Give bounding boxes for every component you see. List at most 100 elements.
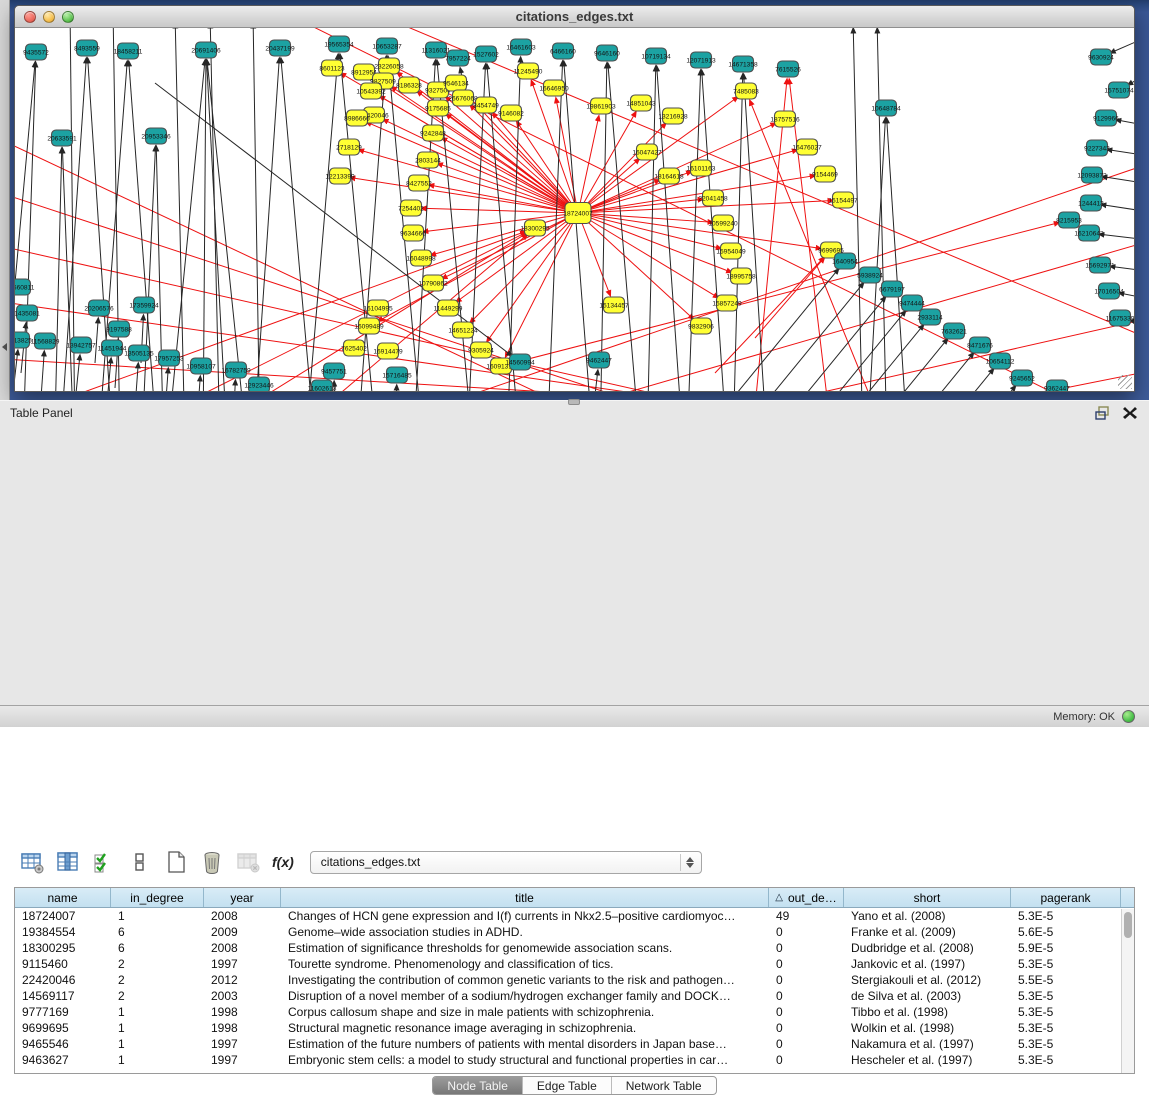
graph-node[interactable]: 20437199 [265,40,295,56]
graph-node[interactable]: 7485083 [733,83,759,99]
graph-node[interactable]: 20206576 [84,300,114,316]
graph-node[interactable]: 15692971 [1085,257,1115,273]
graph-node[interactable]: 8186328 [396,77,422,93]
graph-node[interactable]: 5938924 [857,267,883,283]
graph-node[interactable]: 16101163 [687,160,716,176]
graph-node[interactable]: 18164618 [654,168,684,184]
delete-table-icon[interactable] [236,850,260,874]
graph-node[interactable]: 8986666 [344,110,370,126]
column-header-name[interactable]: name [15,888,111,907]
graph-node[interactable]: 9634666 [400,225,426,241]
graph-node[interactable]: 9832906 [688,318,714,334]
graph-node[interactable]: 15751074 [1104,82,1134,98]
graph-node[interactable]: 13942757 [66,337,96,353]
table-row[interactable]: 969969511998Structural magnetic resonanc… [15,1020,1134,1036]
scrollbar-thumb[interactable] [1124,912,1132,938]
graph-node[interactable]: 10543392 [356,83,386,99]
graph-node[interactable]: 9197588 [106,321,132,337]
column-header-year[interactable]: year [204,888,281,907]
close-panel-icon[interactable] [1121,405,1139,421]
table-row[interactable]: 946362711997Embryonic stem cells: a mode… [15,1052,1134,1068]
graph-node[interactable]: 15716485 [382,367,412,383]
graph-node[interactable]: 20691406 [191,42,221,58]
table-source-select[interactable]: citations_edges.txt [310,851,702,874]
graph-node[interactable]: 9227343 [1084,140,1110,156]
graph-node[interactable]: 11602613 [308,380,337,391]
graph-node[interactable]: 23226058 [374,58,404,74]
table-row[interactable]: 2242004622012Investigating the contribut… [15,972,1134,988]
graph-node[interactable]: 1244413 [1078,195,1104,211]
table-mode-icon[interactable] [20,850,44,874]
select-columns-check-icon[interactable] [92,850,116,874]
graph-node[interactable]: 16782759 [221,362,251,378]
graph-node[interactable]: 9305924 [468,342,494,358]
table-row[interactable]: 1830029562008Estimation of significance … [15,940,1134,956]
graph-node[interactable]: 7615526 [775,61,801,77]
graph-node[interactable]: 16047427 [632,144,662,160]
graph-node[interactable]: 9175685 [425,100,451,116]
graph-node[interactable]: 9362447 [1044,380,1070,391]
graph-node[interactable]: 2933114 [917,309,943,325]
graph-node[interactable]: 6679197 [879,281,905,297]
column-header-pagerank[interactable]: pagerank [1011,888,1121,907]
graph-node[interactable]: 13505135 [124,345,154,361]
graph-node[interactable]: 18458211 [114,43,143,59]
toggle-rows-icon[interactable] [128,850,152,874]
graph-node[interactable]: 10654112 [986,353,1015,369]
show-column-icon[interactable] [56,850,80,874]
graph-node[interactable]: 15134457 [599,297,629,313]
zoom-window-button[interactable] [62,11,74,23]
tab-node-table[interactable]: Node Table [433,1077,523,1094]
graph-node[interactable]: 11245490 [514,63,543,79]
graph-node[interactable]: 16646950 [539,80,569,96]
collapse-panel-handle[interactable] [2,343,7,351]
minimize-window-button[interactable] [43,11,55,23]
table-row[interactable]: 1872400712008Changes of HCN gene express… [15,908,1134,924]
graph-node[interactable]: 6466160 [550,43,576,59]
graph-node[interactable]: 18300295 [520,220,550,236]
graph-node[interactable]: 16476027 [792,139,822,155]
graph-node[interactable]: 16461603 [506,39,536,55]
graph-node[interactable]: 19565354 [324,36,354,52]
graph-node[interactable]: 7625402 [341,340,367,356]
column-header-out_de[interactable]: △out_de… [769,888,844,907]
graph-node[interactable]: 17016504 [1094,283,1124,299]
network-canvas[interactable]: 1872400718300295860112389129542322605898… [15,28,1134,391]
graph-node[interactable]: 7254402 [398,200,424,216]
graph-node[interactable]: 14851043 [626,95,656,111]
graph-node[interactable]: 18757516 [770,111,800,127]
graph-node[interactable]: 13216928 [658,108,688,124]
delete-column-trash-icon[interactable] [200,850,224,874]
graph-node[interactable]: 8471676 [967,337,993,353]
new-column-icon[interactable] [164,850,188,874]
graph-node[interactable]: 8427552 [406,175,432,191]
graph-node[interactable]: 17957253 [154,350,184,366]
graph-node[interactable]: 9245652 [1009,370,1035,386]
graph-node[interactable]: 11568829 [31,333,60,349]
graph-node[interactable]: 9435572 [23,44,49,60]
graph-node[interactable]: 17359924 [129,297,159,313]
graph-node[interactable]: 8454749 [473,97,499,113]
table-row[interactable]: 1456911722003Disruption of a novel membe… [15,988,1134,1004]
graph-node[interactable]: 18724007 [563,203,593,224]
graph-node[interactable]: 14671358 [728,56,758,72]
graph-node[interactable]: 1527602 [473,46,499,62]
float-panel-icon[interactable] [1093,405,1111,421]
graph-node[interactable]: 15154497 [828,192,858,208]
graph-node[interactable]: 9154469 [812,166,838,182]
tab-edge-table[interactable]: Edge Table [523,1077,612,1094]
graph-node[interactable]: 9146082 [498,105,524,121]
graph-node[interactable]: 8215953 [1056,212,1082,228]
graph-node[interactable]: 16048998 [406,250,436,266]
graph-node[interactable]: 22041458 [698,190,728,206]
table-row[interactable]: 977716911998Corpus callosum shape and si… [15,1004,1134,1020]
graph-node[interactable]: 9646160 [594,45,620,61]
graph-node[interactable]: 12071913 [686,52,716,68]
graph-node[interactable]: 14560994 [505,354,535,370]
graph-node[interactable]: 9474444 [899,295,925,311]
graph-node[interactable]: 8493559 [74,40,100,56]
column-header-in_degree[interactable]: in_degree [111,888,204,907]
graph-node[interactable]: 11449299 [434,300,463,316]
graph-node[interactable]: 16210643 [1074,225,1104,241]
graph-node[interactable]: 15954049 [716,243,746,259]
